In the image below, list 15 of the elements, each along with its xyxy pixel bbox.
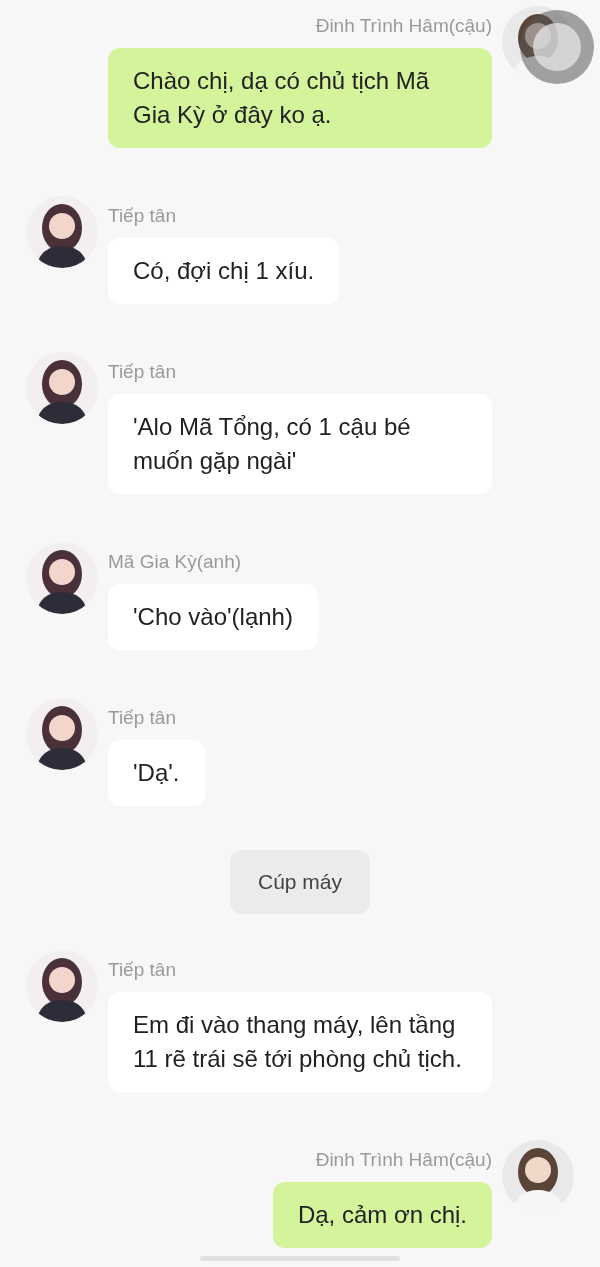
message-bubble: Chào chị, dạ có chủ tịch Mã Gia Kỳ ở đây ko ạ. — [108, 48, 492, 148]
sender-name: Tiếp tân — [108, 958, 176, 982]
system-notice: Cúp máy — [230, 850, 370, 914]
message-bubble: 'Alo Mã Tổng, có 1 cậu bé muốn gặp ngài' — [108, 394, 492, 494]
message-bubble: Có, đợi chị 1 xíu. — [108, 238, 340, 304]
sender-name: Tiếp tân — [108, 360, 176, 384]
message-bubble: Dạ, cảm ơn chị. — [272, 1182, 492, 1248]
message-bubble: Em đi vào thang máy, lên tầng 11 rẽ trái sẽ tới phòng chủ tịch. — [108, 992, 492, 1092]
sender-name: Đinh Trình Hâm(cậu) — [315, 1148, 492, 1172]
message-bubble: 'Cho vào'(lạnh) — [108, 584, 318, 650]
sender-name: Tiếp tân — [108, 204, 176, 228]
sender-name: Mã Gia Kỳ(anh) — [108, 550, 242, 574]
message-bubble: 'Dạ'. — [108, 740, 205, 806]
sender-name: Tiếp tân — [108, 706, 176, 730]
sender-name: Đinh Trình Hâm(cậu) — [315, 14, 492, 38]
